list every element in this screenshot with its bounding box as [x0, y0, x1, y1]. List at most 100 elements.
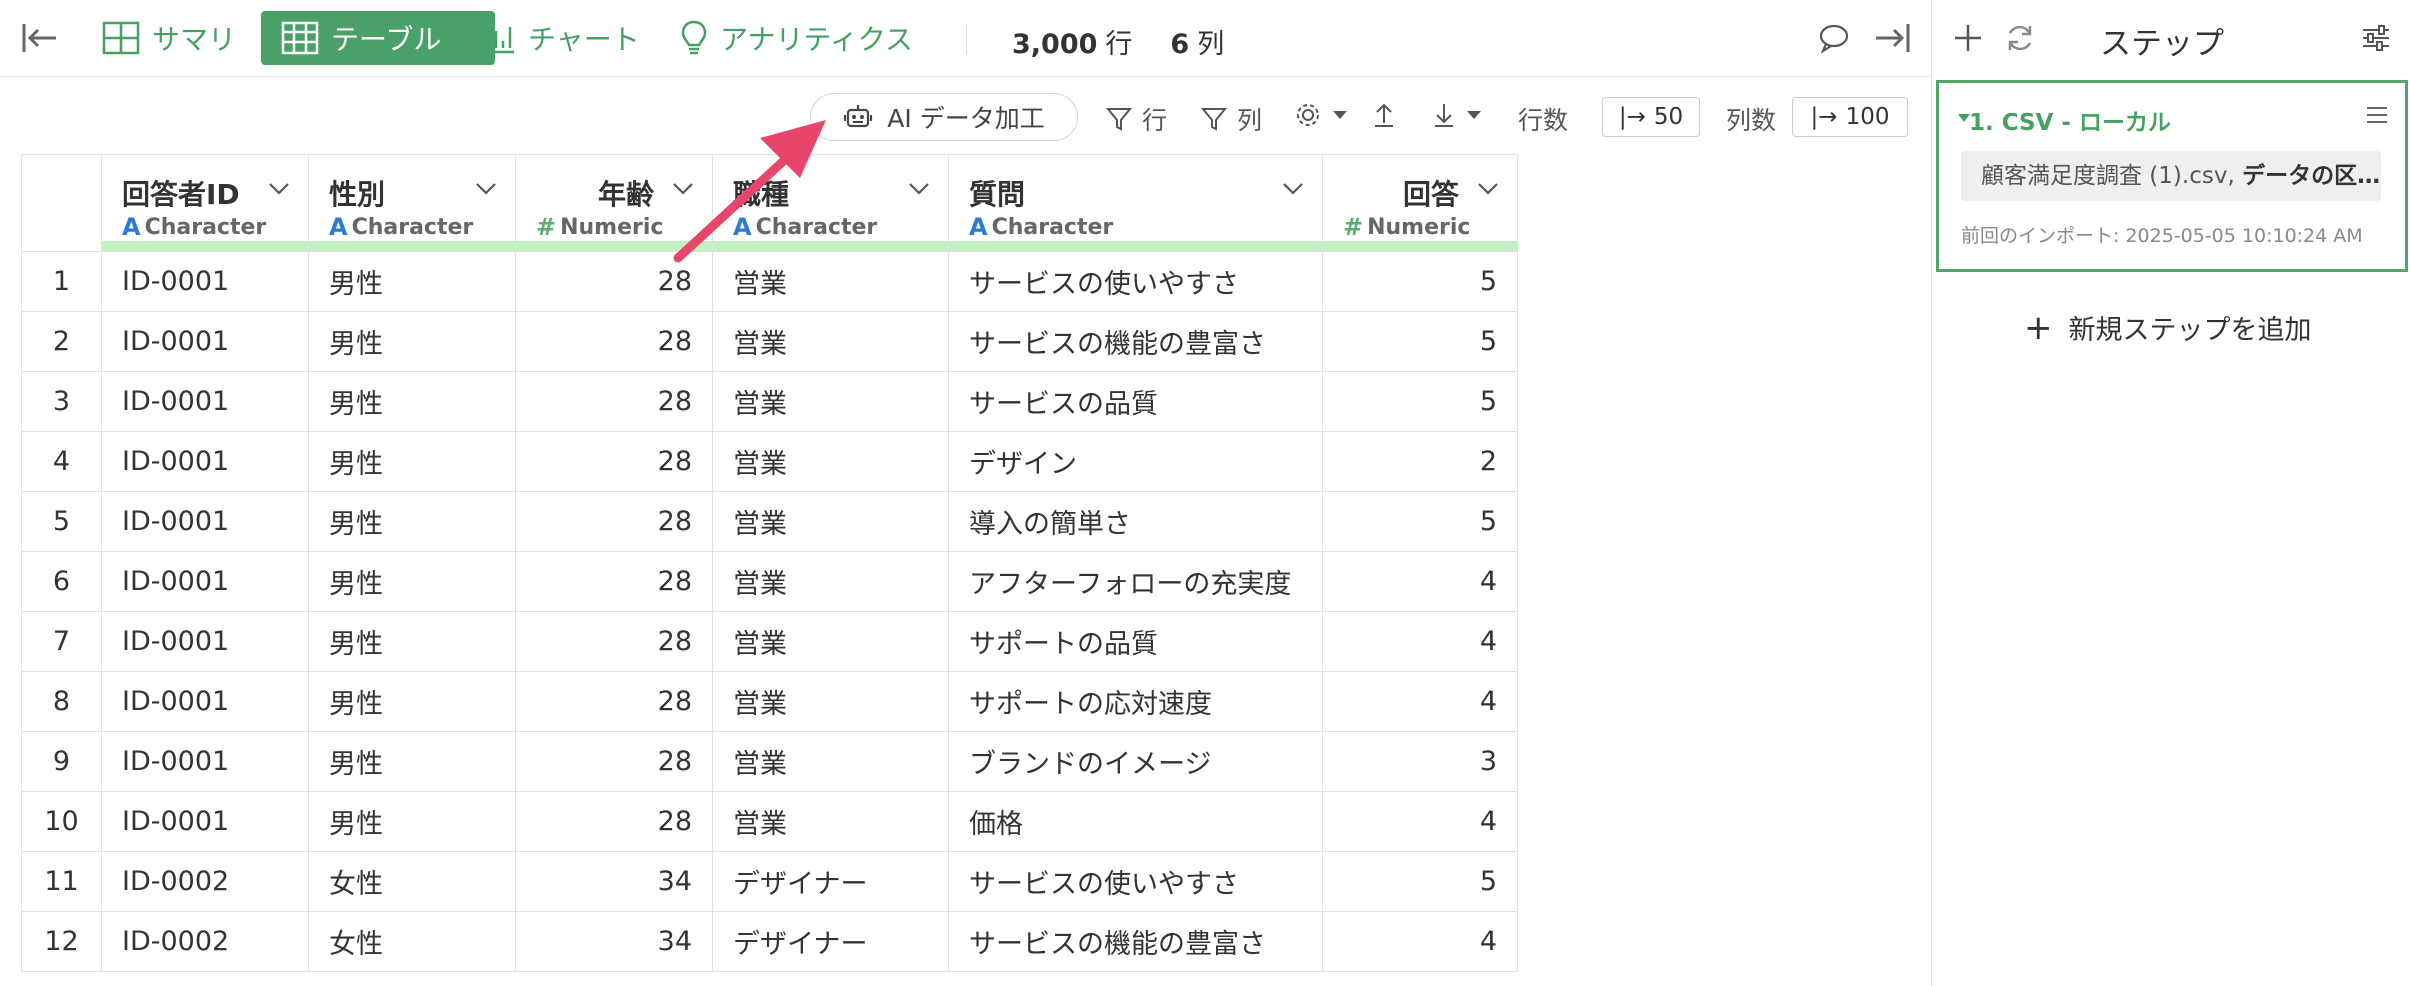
- chevron-down-icon[interactable]: [1477, 181, 1499, 200]
- table-cell[interactable]: 男性: [308, 431, 516, 492]
- download-dropdown[interactable]: [1432, 101, 1492, 129]
- table-cell[interactable]: 営業: [712, 731, 949, 792]
- table-cell[interactable]: 男性: [308, 491, 516, 552]
- chevron-down-icon[interactable]: [475, 181, 497, 200]
- table-cell[interactable]: ID-0001: [101, 491, 309, 552]
- table-cell[interactable]: 5: [1322, 251, 1518, 312]
- table-cell[interactable]: 男性: [308, 251, 516, 312]
- sliders-icon[interactable]: [2360, 22, 2392, 58]
- table-cell[interactable]: サポートの品質: [948, 611, 1323, 672]
- table-cell[interactable]: 28: [515, 251, 713, 312]
- table-cell[interactable]: 価格: [948, 791, 1323, 852]
- table-cell[interactable]: 男性: [308, 551, 516, 612]
- table-cell[interactable]: 28: [515, 551, 713, 612]
- table-cell[interactable]: サービスの品質: [948, 371, 1323, 432]
- chevron-down-icon[interactable]: [672, 181, 694, 200]
- table-cell[interactable]: 男性: [308, 731, 516, 792]
- table-cell[interactable]: ID-0001: [101, 431, 309, 492]
- table-cell[interactable]: 導入の簡単さ: [948, 491, 1323, 552]
- table-cell[interactable]: 28: [515, 611, 713, 672]
- add-step-button[interactable]: + 新規ステップを追加: [2024, 308, 2312, 347]
- ai-data-processing-button[interactable]: AI データ加工: [810, 93, 1078, 141]
- table-cell[interactable]: 営業: [712, 251, 949, 312]
- comment-icon[interactable]: [1818, 22, 1850, 58]
- table-cell[interactable]: デザイナー: [712, 911, 949, 972]
- table-cell[interactable]: サービスの使いやすさ: [948, 251, 1323, 312]
- tab-table[interactable]: テーブル: [261, 11, 495, 65]
- column-header-occupation[interactable]: 職種 A Character: [712, 154, 949, 252]
- table-cell[interactable]: 5: [1322, 311, 1518, 372]
- table-cell[interactable]: 女性: [308, 851, 516, 912]
- table-cell[interactable]: 4: [1322, 611, 1518, 672]
- table-cell[interactable]: 4: [1322, 791, 1518, 852]
- table-cell[interactable]: 男性: [308, 371, 516, 432]
- table-cell[interactable]: 28: [515, 431, 713, 492]
- chevron-down-icon[interactable]: [908, 181, 930, 200]
- column-header-gender[interactable]: 性別 A Character: [308, 154, 516, 252]
- table-cell[interactable]: ID-0002: [101, 851, 309, 912]
- table-cell[interactable]: 男性: [308, 791, 516, 852]
- table-cell[interactable]: サポートの応対速度: [948, 671, 1323, 732]
- step-card-csv-local[interactable]: 1. CSV - ローカル 顧客満足度調査 (1).csv, データの区… 前回…: [1936, 80, 2408, 272]
- table-cell[interactable]: ID-0002: [101, 911, 309, 972]
- column-header-question[interactable]: 質問 A Character: [948, 154, 1323, 252]
- table-cell[interactable]: 4: [1322, 551, 1518, 612]
- table-cell[interactable]: ID-0001: [101, 311, 309, 372]
- table-cell[interactable]: サービスの機能の豊富さ: [948, 911, 1323, 972]
- table-cell[interactable]: ID-0001: [101, 731, 309, 792]
- table-cell[interactable]: 28: [515, 671, 713, 732]
- table-cell[interactable]: 28: [515, 311, 713, 372]
- table-cell[interactable]: アフターフォローの充実度: [948, 551, 1323, 612]
- hamburger-menu-icon[interactable]: [2365, 105, 2389, 129]
- collapse-right-icon[interactable]: [1872, 18, 1912, 62]
- table-cell[interactable]: ブランドのイメージ: [948, 731, 1323, 792]
- column-header-respondent-id[interactable]: 回答者ID A Character: [101, 154, 309, 252]
- column-header-age[interactable]: 年齢 # Numeric: [515, 154, 713, 252]
- chevron-down-icon[interactable]: [268, 181, 290, 200]
- table-cell[interactable]: ID-0001: [101, 551, 309, 612]
- plus-icon[interactable]: [1952, 22, 1984, 58]
- table-cell[interactable]: 28: [515, 731, 713, 792]
- table-cell[interactable]: 営業: [712, 311, 949, 372]
- table-cell[interactable]: 男性: [308, 671, 516, 732]
- table-cell[interactable]: 5: [1322, 851, 1518, 912]
- table-cell[interactable]: 4: [1322, 911, 1518, 972]
- table-cell[interactable]: 3: [1322, 731, 1518, 792]
- table-cell[interactable]: 営業: [712, 371, 949, 432]
- table-cell[interactable]: 4: [1322, 671, 1518, 732]
- collapse-left-icon[interactable]: [20, 18, 60, 58]
- tab-summary[interactable]: サマリ: [102, 11, 236, 65]
- sort-ascending-button[interactable]: [1372, 101, 1406, 129]
- table-cell[interactable]: ID-0001: [101, 791, 309, 852]
- rows-limit-input[interactable]: |→ 50: [1602, 97, 1700, 137]
- table-cell[interactable]: 営業: [712, 551, 949, 612]
- column-header-answer[interactable]: 回答 # Numeric: [1322, 154, 1518, 252]
- table-cell[interactable]: 5: [1322, 371, 1518, 432]
- table-cell[interactable]: 28: [515, 791, 713, 852]
- col-filter-button[interactable]: 列: [1201, 101, 1262, 137]
- table-cell[interactable]: 28: [515, 371, 713, 432]
- table-cell[interactable]: 34: [515, 911, 713, 972]
- row-filter-button[interactable]: 行: [1106, 101, 1167, 137]
- table-cell[interactable]: ID-0001: [101, 611, 309, 672]
- table-cell[interactable]: 34: [515, 851, 713, 912]
- table-cell[interactable]: ID-0001: [101, 671, 309, 732]
- table-cell[interactable]: ID-0001: [101, 371, 309, 432]
- cols-limit-input[interactable]: |→ 100: [1792, 97, 1908, 137]
- table-cell[interactable]: 営業: [712, 491, 949, 552]
- table-cell[interactable]: 営業: [712, 671, 949, 732]
- table-cell[interactable]: ID-0001: [101, 251, 309, 312]
- table-cell[interactable]: 2: [1322, 431, 1518, 492]
- table-cell[interactable]: 営業: [712, 791, 949, 852]
- table-cell[interactable]: 5: [1322, 491, 1518, 552]
- table-cell[interactable]: 営業: [712, 431, 949, 492]
- chevron-down-icon[interactable]: [1282, 181, 1304, 200]
- settings-dropdown[interactable]: [1294, 101, 1358, 129]
- table-cell[interactable]: 28: [515, 491, 713, 552]
- table-cell[interactable]: サービスの使いやすさ: [948, 851, 1323, 912]
- tab-chart[interactable]: チャート: [478, 11, 640, 65]
- tab-analytics[interactable]: アナリティクス: [680, 11, 913, 65]
- table-cell[interactable]: 女性: [308, 911, 516, 972]
- table-cell[interactable]: 男性: [308, 611, 516, 672]
- refresh-icon[interactable]: [2004, 22, 2036, 58]
